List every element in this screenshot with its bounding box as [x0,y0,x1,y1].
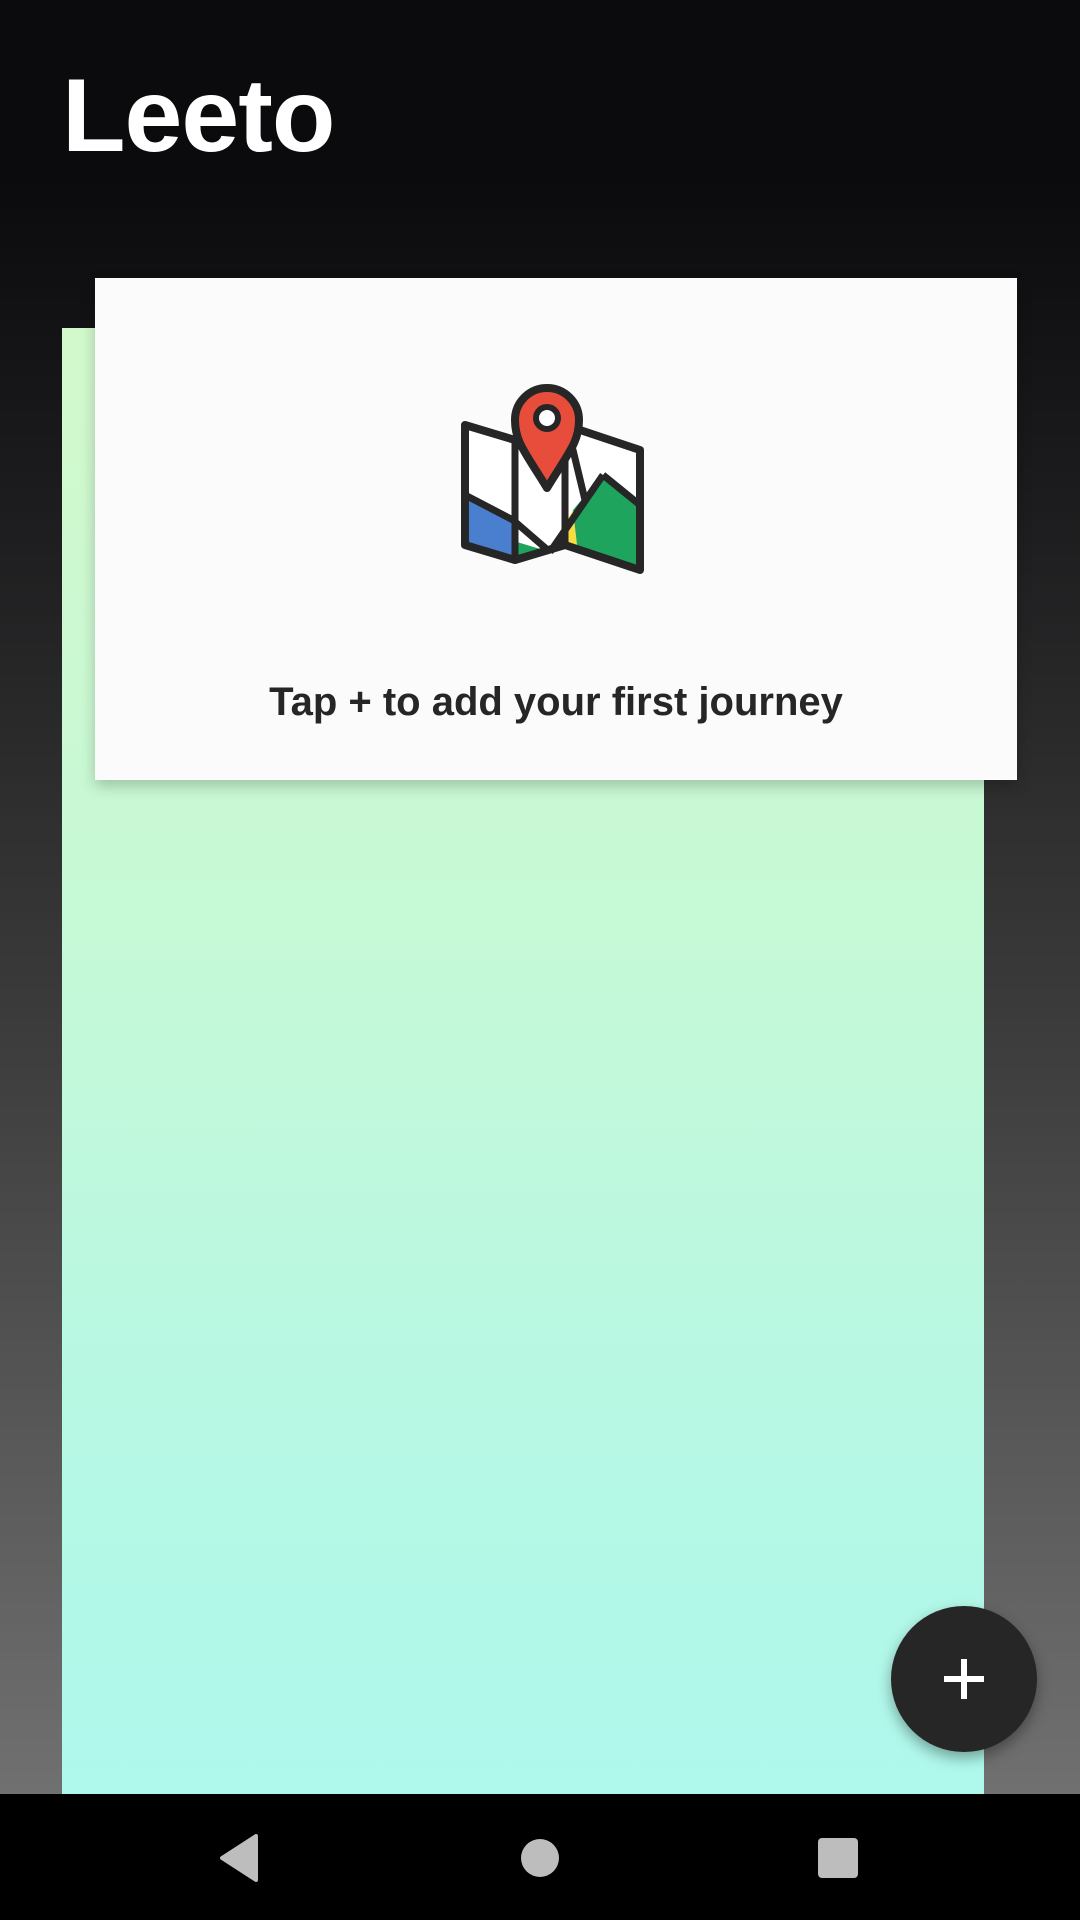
triangle-back-icon [220,1834,258,1882]
system-navigation-bar [0,1794,1080,1920]
add-journey-button[interactable] [891,1606,1037,1752]
empty-state-message: Tap + to add your first journey [269,680,843,724]
nav-recents-button[interactable] [798,1818,878,1898]
app-screen: Leeto Tap + to add your first journey [0,0,1080,1920]
folded-map-with-pin-icon [461,384,644,574]
circle-home-icon [521,1839,559,1877]
plus-icon [944,1659,984,1699]
nav-back-button[interactable] [200,1818,280,1898]
nav-home-button[interactable] [500,1818,580,1898]
app-title: Leeto [62,58,335,174]
square-recents-icon [818,1838,858,1878]
